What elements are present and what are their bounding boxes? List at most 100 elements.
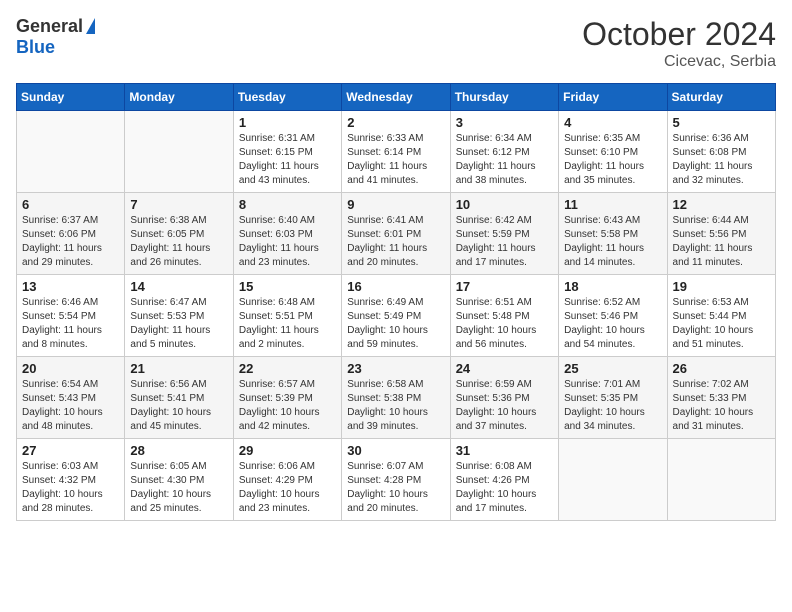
day-detail: Sunrise: 6:44 AMSunset: 5:56 PMDaylight:… xyxy=(673,214,770,270)
day-number: 12 xyxy=(673,197,770,212)
column-header-wednesday: Wednesday xyxy=(342,84,450,111)
calendar-cell: 25Sunrise: 7:01 AMSunset: 5:35 PMDayligh… xyxy=(559,357,667,439)
day-detail: Sunrise: 6:56 AMSunset: 5:41 PMDaylight:… xyxy=(130,378,227,434)
column-header-thursday: Thursday xyxy=(450,84,558,111)
day-detail: Sunrise: 6:48 AMSunset: 5:51 PMDaylight:… xyxy=(239,296,336,352)
calendar-header-row: SundayMondayTuesdayWednesdayThursdayFrid… xyxy=(17,84,776,111)
logo-blue-text: Blue xyxy=(16,37,55,57)
calendar-cell: 1 Sunrise: 6:31 AMSunset: 6:15 PMDaylight… xyxy=(233,111,341,193)
day-number: 31 xyxy=(456,443,553,458)
calendar-cell: 10 Sunrise: 6:42 AMSunset: 5:59 PMDayligh… xyxy=(450,193,558,275)
day-number: 14 xyxy=(130,279,227,294)
calendar-week-4: 20 Sunrise: 6:54 AMSunset: 5:43 PMDayligh… xyxy=(17,357,776,439)
calendar-cell: 14 Sunrise: 6:47 AMSunset: 5:53 PMDayligh… xyxy=(125,275,233,357)
calendar-cell: 8Sunrise: 6:40 AMSunset: 6:03 PMDaylight… xyxy=(233,193,341,275)
day-detail: Sunrise: 6:33 AMSunset: 6:14 PMDaylight:… xyxy=(347,132,444,188)
day-number: 10 xyxy=(456,197,553,212)
day-number: 13 xyxy=(22,279,119,294)
day-number: 24 xyxy=(456,361,553,376)
title-block: October 2024 Cicevac, Serbia xyxy=(582,16,776,71)
day-detail: Sunrise: 6:36 AMSunset: 6:08 PMDaylight:… xyxy=(673,132,770,188)
logo-general-text: General xyxy=(16,16,83,37)
calendar-cell: 7 Sunrise: 6:38 AMSunset: 6:05 PMDaylight… xyxy=(125,193,233,275)
day-detail: Sunrise: 6:06 AMSunset: 4:29 PMDaylight:… xyxy=(239,460,336,516)
calendar-cell: 29 Sunrise: 6:06 AMSunset: 4:29 PMDayligh… xyxy=(233,439,341,521)
day-detail: Sunrise: 6:46 AMSunset: 5:54 PMDaylight:… xyxy=(22,296,119,352)
day-detail: Sunrise: 6:31 AMSunset: 6:15 PMDaylight:… xyxy=(239,132,336,188)
day-number: 7 xyxy=(130,197,227,212)
day-number: 29 xyxy=(239,443,336,458)
calendar-cell: 18 Sunrise: 6:52 AMSunset: 5:46 PMDayligh… xyxy=(559,275,667,357)
day-detail: Sunrise: 6:03 AMSunset: 4:32 PMDaylight:… xyxy=(22,460,119,516)
calendar-cell xyxy=(667,439,775,521)
day-number: 15 xyxy=(239,279,336,294)
day-detail: Sunrise: 6:53 AMSunset: 5:44 PMDaylight:… xyxy=(673,296,770,352)
day-detail: Sunrise: 6:52 AMSunset: 5:46 PMDaylight:… xyxy=(564,296,661,352)
day-number: 30 xyxy=(347,443,444,458)
calendar-cell: 19 Sunrise: 6:53 AMSunset: 5:44 PMDayligh… xyxy=(667,275,775,357)
day-detail: Sunrise: 6:34 AMSunset: 6:12 PMDaylight:… xyxy=(456,132,553,188)
day-detail: Sunrise: 6:35 AMSunset: 6:10 PMDaylight:… xyxy=(564,132,661,188)
calendar-cell: 13 Sunrise: 6:46 AMSunset: 5:54 PMDayligh… xyxy=(17,275,125,357)
page-header: General Blue October 2024 Cicevac, Serbi… xyxy=(16,16,776,71)
month-title: October 2024 xyxy=(582,16,776,53)
day-number: 23 xyxy=(347,361,444,376)
day-number: 4 xyxy=(564,115,661,130)
logo: General Blue xyxy=(16,16,95,58)
calendar-cell: 30 Sunrise: 6:07 AMSunset: 4:28 PMDayligh… xyxy=(342,439,450,521)
day-detail: Sunrise: 6:49 AMSunset: 5:49 PMDaylight:… xyxy=(347,296,444,352)
logo-triangle-icon xyxy=(86,18,95,34)
day-detail: Sunrise: 6:47 AMSunset: 5:53 PMDaylight:… xyxy=(130,296,227,352)
day-detail: Sunrise: 6:54 AMSunset: 5:43 PMDaylight:… xyxy=(22,378,119,434)
day-number: 28 xyxy=(130,443,227,458)
column-header-friday: Friday xyxy=(559,84,667,111)
day-detail: Sunrise: 6:05 AMSunset: 4:30 PMDaylight:… xyxy=(130,460,227,516)
day-number: 26 xyxy=(673,361,770,376)
calendar-cell: 12 Sunrise: 6:44 AMSunset: 5:56 PMDayligh… xyxy=(667,193,775,275)
location-text: Cicevac, Serbia xyxy=(582,53,776,71)
day-detail: Sunrise: 6:38 AMSunset: 6:05 PMDaylight:… xyxy=(130,214,227,270)
day-number: 27 xyxy=(22,443,119,458)
day-detail: Sunrise: 6:42 AMSunset: 5:59 PMDaylight:… xyxy=(456,214,553,270)
calendar-week-5: 27 Sunrise: 6:03 AMSunset: 4:32 PMDayligh… xyxy=(17,439,776,521)
day-detail: Sunrise: 6:59 AMSunset: 5:36 PMDaylight:… xyxy=(456,378,553,434)
calendar-cell: 3 Sunrise: 6:34 AMSunset: 6:12 PMDaylight… xyxy=(450,111,558,193)
column-header-tuesday: Tuesday xyxy=(233,84,341,111)
day-number: 1 xyxy=(239,115,336,130)
calendar-cell: 11Sunrise: 6:43 AMSunset: 5:58 PMDayligh… xyxy=(559,193,667,275)
calendar-week-1: 1 Sunrise: 6:31 AMSunset: 6:15 PMDaylight… xyxy=(17,111,776,193)
calendar-cell xyxy=(17,111,125,193)
calendar-cell: 31 Sunrise: 6:08 AMSunset: 4:26 PMDayligh… xyxy=(450,439,558,521)
day-detail: Sunrise: 6:07 AMSunset: 4:28 PMDaylight:… xyxy=(347,460,444,516)
calendar-cell: 15 Sunrise: 6:48 AMSunset: 5:51 PMDayligh… xyxy=(233,275,341,357)
column-header-monday: Monday xyxy=(125,84,233,111)
day-number: 20 xyxy=(22,361,119,376)
day-number: 17 xyxy=(456,279,553,294)
day-number: 21 xyxy=(130,361,227,376)
day-number: 6 xyxy=(22,197,119,212)
calendar-cell: 17Sunrise: 6:51 AMSunset: 5:48 PMDayligh… xyxy=(450,275,558,357)
day-detail: Sunrise: 6:43 AMSunset: 5:58 PMDaylight:… xyxy=(564,214,661,270)
calendar-cell: 22Sunrise: 6:57 AMSunset: 5:39 PMDayligh… xyxy=(233,357,341,439)
day-number: 3 xyxy=(456,115,553,130)
calendar-cell: 27 Sunrise: 6:03 AMSunset: 4:32 PMDayligh… xyxy=(17,439,125,521)
calendar-cell: 28 Sunrise: 6:05 AMSunset: 4:30 PMDayligh… xyxy=(125,439,233,521)
calendar-cell: 26Sunrise: 7:02 AMSunset: 5:33 PMDayligh… xyxy=(667,357,775,439)
day-number: 25 xyxy=(564,361,661,376)
column-header-sunday: Sunday xyxy=(17,84,125,111)
day-number: 9 xyxy=(347,197,444,212)
day-number: 16 xyxy=(347,279,444,294)
calendar-cell: 5Sunrise: 6:36 AMSunset: 6:08 PMDaylight… xyxy=(667,111,775,193)
day-detail: Sunrise: 6:08 AMSunset: 4:26 PMDaylight:… xyxy=(456,460,553,516)
calendar-cell xyxy=(125,111,233,193)
calendar-cell xyxy=(559,439,667,521)
day-number: 18 xyxy=(564,279,661,294)
calendar-cell: 21 Sunrise: 6:56 AMSunset: 5:41 PMDayligh… xyxy=(125,357,233,439)
calendar-cell: 4 Sunrise: 6:35 AMSunset: 6:10 PMDaylight… xyxy=(559,111,667,193)
day-detail: Sunrise: 6:41 AMSunset: 6:01 PMDaylight:… xyxy=(347,214,444,270)
day-number: 19 xyxy=(673,279,770,294)
calendar-cell: 20 Sunrise: 6:54 AMSunset: 5:43 PMDayligh… xyxy=(17,357,125,439)
day-number: 22 xyxy=(239,361,336,376)
day-number: 8 xyxy=(239,197,336,212)
calendar-cell: 6Sunrise: 6:37 AMSunset: 6:06 PMDaylight… xyxy=(17,193,125,275)
